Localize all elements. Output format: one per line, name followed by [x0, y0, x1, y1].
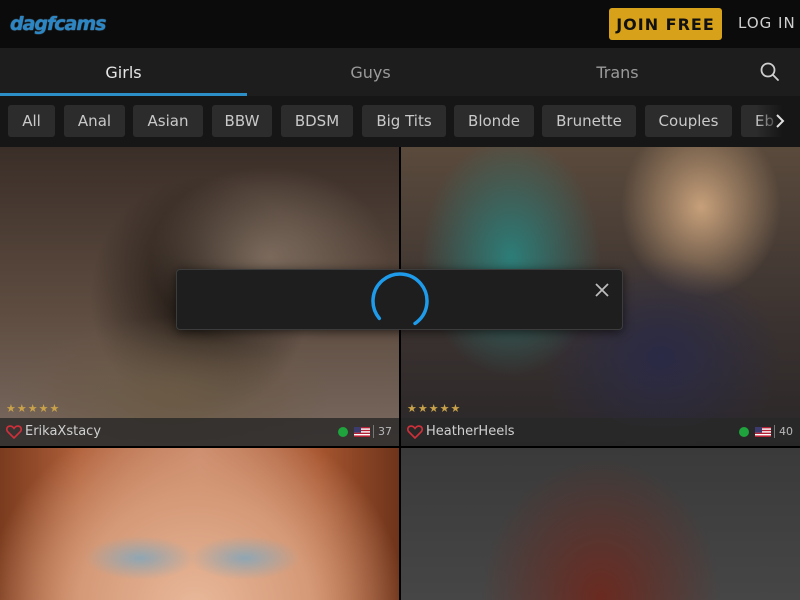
tab-trans[interactable]: Trans: [494, 48, 741, 96]
gender-tabs: Girls Guys Trans: [0, 48, 800, 96]
category-chip[interactable]: Big Tits: [362, 105, 446, 137]
category-chip[interactable]: BBW: [212, 105, 272, 137]
close-button[interactable]: [590, 278, 614, 302]
star-icon: ★: [16, 402, 27, 415]
close-icon: [595, 283, 609, 297]
star-icon: ★: [450, 402, 461, 415]
category-chip[interactable]: BDSM: [281, 105, 353, 137]
star-icon: ★: [49, 402, 60, 415]
site-logo[interactable]: dagfcams: [10, 12, 106, 36]
category-chip[interactable]: All: [8, 105, 55, 137]
search-icon: [760, 62, 779, 81]
star-icon: ★: [38, 402, 49, 415]
performer-name[interactable]: HeatherHeels: [426, 424, 515, 439]
tab-girls[interactable]: Girls: [0, 48, 247, 96]
performer-thumbnail: [0, 448, 399, 600]
star-icon: ★: [407, 402, 417, 415]
category-chip[interactable]: Couples: [645, 105, 732, 137]
performer-info-bar: HeatherHeels 40: [401, 418, 800, 446]
online-status-dot: [338, 427, 348, 437]
rating-stars: ★ ★ ★ ★ ★: [407, 403, 460, 414]
category-bar: All Anal Asian BBW BDSM Big Tits Blonde …: [0, 96, 800, 147]
rating-stars: ★ ★ ★ ★ ★: [6, 403, 59, 414]
login-link[interactable]: LOG IN: [738, 14, 796, 32]
performer-tile[interactable]: [401, 448, 800, 600]
site-header: dagfcams JOIN FREE LOG IN: [0, 0, 800, 48]
viewer-count: 37: [378, 425, 392, 438]
loading-dialog: [176, 269, 623, 330]
us-flag-icon: [354, 427, 370, 437]
performer-name[interactable]: ErikaXstacy: [25, 424, 101, 439]
search-button[interactable]: [752, 54, 788, 90]
heart-icon[interactable]: [6, 425, 22, 439]
performer-info-bar: ErikaXstacy 37: [0, 418, 399, 446]
us-flag-icon: [755, 427, 771, 437]
performer-thumbnail: [401, 448, 800, 600]
logo-text: dagfcams: [10, 13, 106, 35]
star-icon: ★: [417, 402, 428, 415]
star-icon: ★: [428, 402, 439, 415]
join-free-button[interactable]: JOIN FREE: [609, 8, 722, 40]
category-chip[interactable]: Asian: [133, 105, 203, 137]
heart-icon[interactable]: [407, 425, 423, 439]
star-icon: ★: [27, 402, 38, 415]
category-scroll-right-button[interactable]: [770, 108, 790, 134]
viewer-count: 40: [779, 425, 793, 438]
tab-guys[interactable]: Guys: [247, 48, 494, 96]
divider: [373, 425, 374, 438]
online-status-dot: [739, 427, 749, 437]
star-icon: ★: [6, 402, 16, 415]
loading-spinner-icon: [371, 272, 429, 330]
category-chip[interactable]: Anal: [64, 105, 125, 137]
star-icon: ★: [439, 402, 450, 415]
category-chip[interactable]: Brunette: [542, 105, 636, 137]
divider: [774, 425, 775, 438]
chevron-right-icon: [776, 114, 785, 128]
performer-tile[interactable]: [0, 448, 399, 600]
category-chip[interactable]: Blonde: [454, 105, 534, 137]
